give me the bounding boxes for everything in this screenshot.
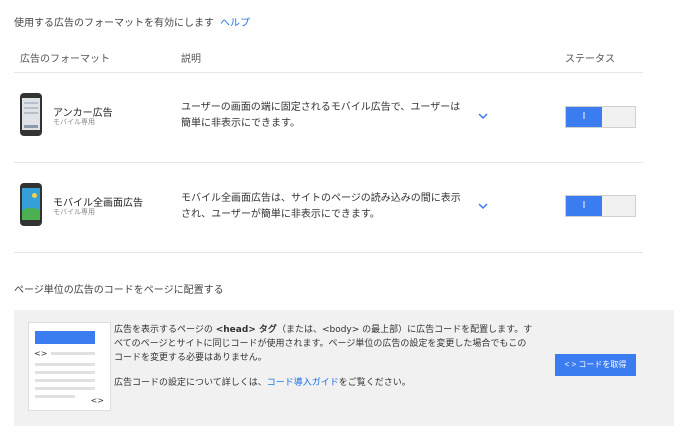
status-toggle[interactable]: I [565,195,636,217]
divider [14,252,643,253]
fullscreen-phone-icon [20,183,42,226]
chevron-down-icon[interactable] [477,110,489,122]
get-code-button[interactable]: < > コードを取得 [555,354,636,376]
code-guide-link[interactable]: コード導入ガイド [267,378,339,388]
code-icon: <> [34,349,48,358]
status-toggle[interactable]: I [565,106,636,128]
column-header-status: ステータス [565,54,615,65]
column-header-format: 広告のフォーマット [20,54,110,65]
code-panel: <> <> 広告を表示するページの <head> タグ（または、<body> の… [14,310,674,426]
format-description: モバイル全画面広告は、サイトのページの読み込みの間に表示され、ユーザーが簡単に非… [181,193,461,220]
table-row: アンカー広告 モバイル専用 ユーザーの画面の端に固定されるモバイル広告で、ユーザ… [0,73,700,163]
code-guide-text: 広告コードの設定について詳しくは、コード導入ガイドをご覧ください。 [114,378,411,388]
format-description: ユーザーの画面の端に固定されるモバイル広告で、ユーザーは簡単に非表示にできます。 [181,102,461,129]
code-instructions: 広告を表示するページの <head> タグ（または、<body> の最上部）に広… [114,325,533,363]
table-row: モバイル全画面広告 モバイル専用 モバイル全画面広告は、サイトのページの読み込み… [0,163,700,253]
format-subtitle: モバイル専用 [53,208,95,216]
page-code-illustration: <> <> [28,322,111,411]
page-title: 使用する広告のフォーマットを有効にします ヘルプ [14,18,250,29]
code-icon: <> [90,396,104,405]
anchor-phone-icon [20,93,42,136]
help-link[interactable]: ヘルプ [220,18,250,29]
chevron-down-icon[interactable] [477,200,489,212]
code-section-title: ページ単位の広告のコードをページに配置する [14,285,224,296]
column-header-description: 説明 [181,54,201,65]
format-subtitle: モバイル専用 [53,118,95,126]
